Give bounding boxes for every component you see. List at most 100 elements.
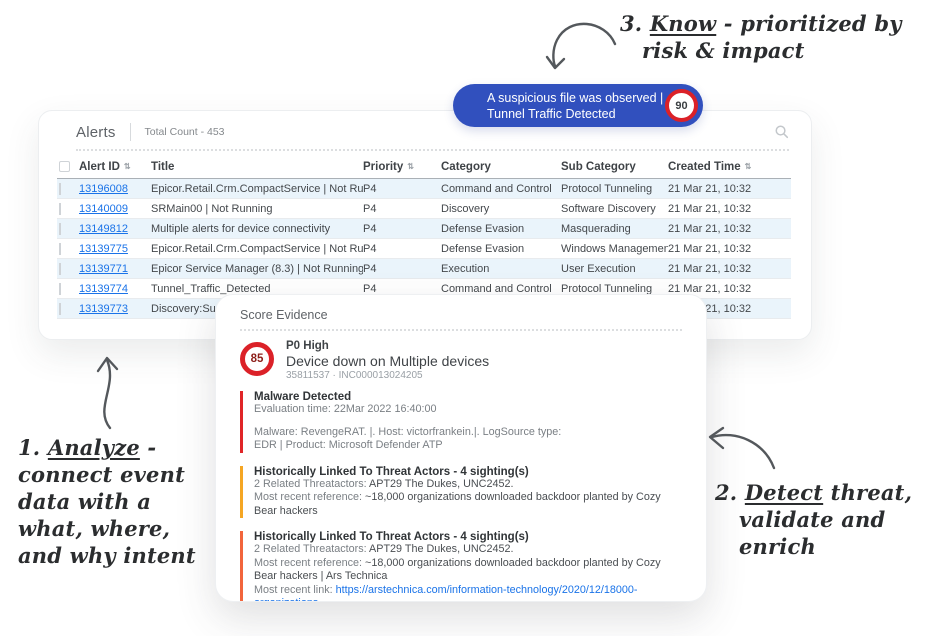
alert-title-cell: Tunnel_Traffic_Detected (151, 283, 363, 295)
alert-id-link[interactable]: 13140009 (79, 203, 128, 215)
alert-priority-cell: P4 (363, 183, 441, 195)
alert-category-cell: Discovery (441, 203, 561, 215)
sort-icon[interactable]: ⇅ (407, 163, 414, 171)
alert-created-cell: 21 Mar 21, 10:32 (668, 183, 791, 195)
alert-id-link[interactable]: 13149812 (79, 223, 128, 235)
alert-id-link[interactable]: 13139771 (79, 263, 128, 275)
column-header-category[interactable]: Category (441, 161, 561, 173)
evidence-section: Historically Linked To Threat Actors - 4… (240, 466, 682, 519)
alert-subcategory-cell: Protocol Tunneling (561, 183, 668, 195)
evidence-line: Most recent link: https://arstechnica.co… (254, 584, 682, 603)
table-row[interactable]: 13149812 Multiple alerts for device conn… (57, 219, 791, 239)
row-checkbox[interactable] (59, 263, 61, 275)
evidence-line: Most recent reference: ~18,000 organizat… (254, 557, 682, 584)
alert-priority-cell: P4 (363, 203, 441, 215)
alert-category-cell: Defense Evasion (441, 223, 561, 235)
row-checkbox[interactable] (59, 283, 61, 295)
score-evidence-title: Score Evidence (240, 308, 682, 322)
sort-icon[interactable]: ⇅ (745, 163, 752, 171)
spacer (254, 417, 682, 426)
alert-category-cell: Command and Control (441, 183, 561, 195)
risk-score-badge: 90 (665, 89, 698, 122)
alert-priority-cell: P4 (363, 263, 441, 275)
evidence-sections: Malware DetectedEvaluation time: 22Mar 2… (240, 391, 682, 602)
notification-text: A suspicious file was observed | Tunnel … (453, 90, 665, 122)
evidence-line-value: APT29 The Dukes, UNC2452. (369, 543, 513, 555)
table-row[interactable]: 13139775 Epicor.Retail.Crm.CompactServic… (57, 239, 791, 259)
header-divider (130, 123, 131, 141)
alert-title-cell: Multiple alerts for device connectivity (151, 223, 363, 235)
alert-id-link[interactable]: 13139773 (79, 303, 128, 315)
alerts-header: Alerts Total Count - 453 (76, 123, 225, 141)
column-header-created-time[interactable]: Created Time ⇅ (668, 161, 791, 173)
alert-title-cell: SRMain00 | Not Running (151, 203, 363, 215)
evidence-separator (240, 329, 682, 331)
alert-created-cell: 21 Mar 21, 10:32 (668, 223, 791, 235)
evidence-headline: Device down on Multiple devices (286, 353, 489, 369)
evidence-line: 2 Related Threatactors: APT29 The Dukes,… (254, 478, 682, 492)
sort-icon[interactable]: ⇅ (124, 163, 131, 171)
evidence-section: Malware DetectedEvaluation time: 22Mar 2… (240, 391, 682, 453)
row-checkbox[interactable] (59, 303, 61, 315)
alert-subcategory-cell: User Execution (561, 263, 668, 275)
evidence-line-label: Most recent reference: (254, 557, 365, 569)
alert-created-cell: 21 Mar 21, 10:32 (668, 283, 791, 295)
evidence-line: Most recent reference: ~18,000 organizat… (254, 491, 682, 518)
alert-id-link[interactable]: 13139774 (79, 283, 128, 295)
alert-priority-cell: P4 (363, 243, 441, 255)
row-checkbox[interactable] (59, 243, 61, 255)
column-header-title[interactable]: Title (151, 161, 363, 173)
alert-subcategory-cell: Windows Management (561, 243, 668, 255)
alert-title-cell: Epicor Service Manager (8.3) | Not Runni… (151, 263, 363, 275)
alert-title-cell: Epicor.Retail.Crm.CompactService | Not R… (151, 183, 363, 195)
alert-priority-cell: P4 (363, 223, 441, 235)
evidence-line-label: 2 Related Threatactors: (254, 478, 369, 490)
alert-created-cell: 21 Mar 21, 10:32 (668, 243, 791, 255)
column-header-priority[interactable]: Priority ⇅ (363, 161, 441, 173)
annotation-know: 3. Know - prioritized by risk & impact (620, 10, 902, 64)
select-all-checkbox[interactable] (59, 161, 70, 172)
evidence-section-heading: Historically Linked To Threat Actors - 4… (254, 466, 682, 478)
alert-subcategory-cell: Masquerading (561, 223, 668, 235)
header-separator (76, 149, 789, 151)
alert-priority-cell: P4 (363, 283, 441, 295)
alert-category-cell: Command and Control (441, 283, 561, 295)
evidence-line-label: 2 Related Threatactors: (254, 543, 369, 555)
alert-id-link[interactable]: 13139775 (79, 243, 128, 255)
evidence-line: Evaluation time: 22Mar 2022 16:40:00 (254, 403, 682, 417)
alert-created-cell: 21 Mar 21, 10:32 (668, 263, 791, 275)
alert-subcategory-cell: Protocol Tunneling (561, 283, 668, 295)
table-row[interactable]: 13139771 Epicor Service Manager (8.3) | … (57, 259, 791, 279)
evidence-priority: P0 High (286, 340, 489, 352)
alert-id-link[interactable]: 13196008 (79, 183, 128, 195)
table-row[interactable]: 13196008 Epicor.Retail.Crm.CompactServic… (57, 179, 791, 199)
threat-notification-pill[interactable]: A suspicious file was observed | Tunnel … (453, 84, 703, 127)
evidence-section-heading: Malware Detected (254, 391, 682, 403)
evidence-header: 85 P0 High Device down on Multiple devic… (240, 340, 682, 381)
row-checkbox[interactable] (59, 183, 61, 195)
arrow-to-alerts-icon (86, 352, 128, 432)
row-checkbox[interactable] (59, 203, 61, 215)
evidence-section-heading: Historically Linked To Threat Actors - 4… (254, 531, 682, 543)
page: Alerts Total Count - 453 Alert ID ⇅ Titl… (0, 0, 936, 636)
evidence-line-value: APT29 The Dukes, UNC2452. (369, 478, 513, 490)
evidence-line: EDR | Product: Microsoft Defender ATP (254, 439, 682, 453)
column-header-sub-category[interactable]: Sub Category (561, 161, 668, 173)
evidence-section: Historically Linked To Threat Actors - 4… (240, 531, 682, 602)
alerts-title: Alerts (76, 124, 116, 141)
arrow-to-pill-icon (543, 14, 623, 76)
alert-category-cell: Execution (441, 263, 561, 275)
annotation-analyze: 1. Analyze - connect event data with a w… (18, 434, 196, 569)
arrow-to-evidence-icon (700, 424, 778, 472)
evidence-ids: 35811537 · INC000013024205 (286, 370, 489, 381)
search-icon[interactable] (774, 124, 789, 139)
annotation-detect: 2. Detect threat, validate and enrich (715, 479, 912, 560)
table-header-row: Alert ID ⇅ Title Priority ⇅ Category Sub… (57, 155, 791, 179)
alert-category-cell: Defense Evasion (441, 243, 561, 255)
score-evidence-panel: Score Evidence 85 P0 High Device down on… (215, 294, 707, 602)
alert-subcategory-cell: Software Discovery (561, 203, 668, 215)
total-count: Total Count - 453 (145, 126, 225, 138)
row-checkbox[interactable] (59, 223, 61, 235)
column-header-alert-id[interactable]: Alert ID ⇅ (79, 161, 151, 173)
table-row[interactable]: 13140009 SRMain00 | Not Running P4 Disco… (57, 199, 791, 219)
